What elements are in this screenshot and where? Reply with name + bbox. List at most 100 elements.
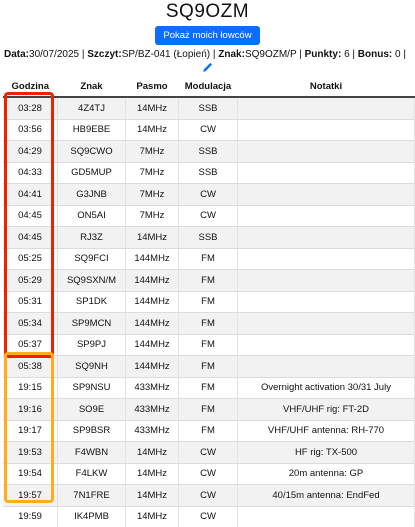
mode-cell: SSB — [178, 140, 238, 162]
time-cell: 19:59 — [3, 505, 58, 527]
table-row: 04:45 RJ3Z 14MHz SSB — [3, 226, 415, 248]
separator: | — [299, 49, 302, 60]
table-row: 05:31 SP1DK 144MHz FM — [3, 290, 415, 313]
call-cell: GD5MUP — [57, 161, 126, 184]
time-cell: 04:45 — [3, 226, 58, 248]
column-header-mode[interactable]: Modulacja — [178, 76, 238, 98]
band-cell: 7MHz — [125, 140, 179, 162]
show-my-hunters-button[interactable]: Pokaż moich łowców — [155, 26, 260, 45]
qso-log-table: Godzina Znak Pasmo Modulacja Notatki 03:… — [3, 76, 415, 527]
mode-cell: FM — [178, 312, 238, 334]
call-cell: SQ9NH — [57, 355, 126, 377]
band-cell: 144MHz — [125, 290, 179, 313]
notes-cell — [237, 505, 415, 527]
band-cell: 144MHz — [125, 269, 179, 291]
call-cell: G3JNB — [57, 183, 126, 205]
column-header-call[interactable]: Znak — [57, 76, 126, 98]
call-cell: SQ9CWO — [57, 140, 126, 162]
time-cell: 19:57 — [3, 484, 58, 506]
mode-cell: FM — [178, 290, 238, 313]
notes-cell: 40/15m antenna: EndFed — [237, 484, 415, 506]
notes-cell — [237, 247, 415, 270]
column-header-band[interactable]: Pasmo — [125, 76, 179, 98]
time-cell: 05:38 — [3, 355, 58, 377]
notes-cell — [237, 204, 415, 227]
mode-cell: FM — [178, 269, 238, 291]
table-row: 19:53 F4WBN 14MHz CW HF rig: TX-500 — [3, 441, 415, 463]
notes-cell — [237, 183, 415, 205]
call-cell: SO9E — [57, 398, 126, 420]
notes-cell: 20m antenna: GP — [237, 462, 415, 485]
band-cell: 7MHz — [125, 161, 179, 184]
notes-cell: HF rig: TX-500 — [237, 441, 415, 463]
separator: | — [81, 49, 85, 60]
mode-cell: CW — [178, 183, 238, 205]
time-cell: 04:41 — [3, 183, 58, 205]
band-cell: 433MHz — [125, 419, 179, 442]
call-cell: SQ9SXN/M — [57, 269, 126, 291]
time-cell: 05:37 — [3, 333, 58, 356]
points-value: 6 — [344, 49, 350, 60]
band-cell: 14MHz — [125, 226, 179, 248]
time-cell: 05:29 — [3, 269, 58, 291]
mode-cell: CW — [178, 484, 238, 506]
time-cell: 05:31 — [3, 290, 58, 313]
band-cell: 144MHz — [125, 355, 179, 377]
mode-cell: FM — [178, 247, 238, 270]
call-cell: SP9MCN — [57, 312, 126, 334]
call-cell: SQ9FCI — [57, 247, 126, 270]
table-row: 05:38 SQ9NH 144MHz FM — [3, 355, 415, 377]
time-cell: 19:53 — [3, 441, 58, 463]
table-row: 19:17 SP9BSR 433MHz FM VHF/UHF antenna: RH-7… — [3, 419, 415, 442]
separator: | — [212, 49, 216, 60]
notes-cell — [237, 333, 415, 356]
call-cell: HB9EBE — [57, 118, 126, 141]
mode-cell: CW — [178, 118, 238, 141]
table-row: 04:33 GD5MUP 7MHz SSB — [3, 161, 415, 184]
notes-cell — [237, 290, 415, 313]
column-header-time[interactable]: Godzina — [3, 76, 58, 98]
table-row: 05:29 SQ9SXN/M 144MHz FM — [3, 269, 415, 291]
time-cell: 05:34 — [3, 312, 58, 334]
call-cell: 7N1FRE — [57, 484, 126, 506]
activation-info: Data:30/07/2025 | Szczyt:SP/BZ-041 (Łopi… — [0, 48, 415, 62]
table-row: 05:37 SP9PJ 144MHz FM — [3, 333, 415, 356]
date-value: 30/07/2025 — [29, 49, 80, 60]
band-cell: 14MHz — [125, 484, 179, 506]
notes-cell — [237, 118, 415, 141]
call-cell: ON5AI — [57, 204, 126, 227]
call-cell: F4WBN — [57, 441, 126, 463]
bonus-value: 0 — [395, 49, 401, 60]
column-header-notes[interactable]: Notatki — [237, 76, 415, 98]
time-cell: 05:25 — [3, 247, 58, 270]
band-cell: 14MHz — [125, 505, 179, 527]
notes-cell: VHF/UHF rig: FT-2D — [237, 398, 415, 420]
mode-cell: SSB — [178, 226, 238, 248]
table-header-row: Godzina Znak Pasmo Modulacja Notatki — [3, 76, 415, 98]
mode-cell: CW — [178, 204, 238, 227]
time-cell: 03:56 — [3, 118, 58, 141]
table-row: 04:29 SQ9CWO 7MHz SSB — [3, 140, 415, 162]
mode-cell: FM — [178, 398, 238, 420]
points-label: Punkty: — [304, 49, 342, 60]
summit-label: Szczyt: — [87, 49, 122, 60]
table-row: 04:41 G3JNB 7MHz CW — [3, 183, 415, 205]
time-cell: 04:29 — [3, 140, 58, 162]
notes-cell — [237, 355, 415, 377]
band-cell: 14MHz — [125, 118, 179, 141]
sign-label: Znak: — [218, 49, 245, 60]
table-row: 05:25 SQ9FCI 144MHz FM — [3, 247, 415, 270]
call-cell: IK4PMB — [57, 505, 126, 527]
band-cell: 433MHz — [125, 398, 179, 420]
mode-cell: CW — [178, 462, 238, 485]
time-cell: 19:15 — [3, 376, 58, 399]
bonus-label: Bonus: — [357, 49, 393, 60]
time-cell: 03:28 — [3, 96, 58, 119]
call-cell: SP9BSR — [57, 419, 126, 442]
mode-cell: CW — [178, 441, 238, 463]
mode-cell: FM — [178, 333, 238, 356]
page-title: SQ9OZM — [165, 1, 250, 22]
sign-value: SQ9OZM/P — [244, 49, 297, 60]
band-cell: 7MHz — [125, 204, 179, 227]
mode-cell: SSB — [178, 96, 238, 119]
